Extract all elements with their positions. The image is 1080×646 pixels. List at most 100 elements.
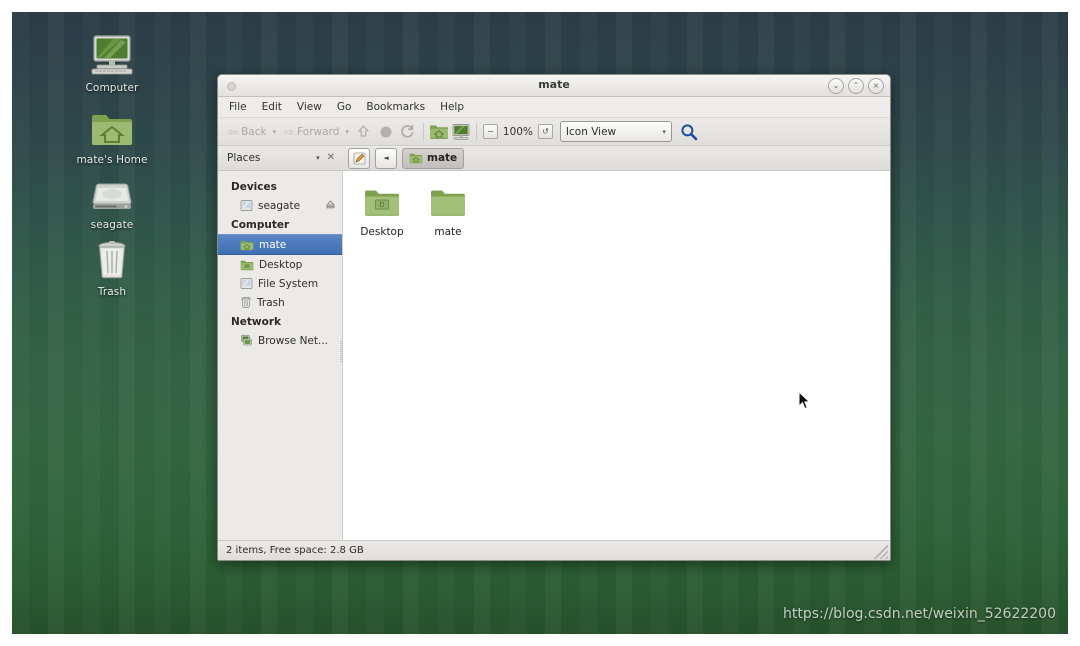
window-body: Devices seagate Computer mate Desktop Fi… — [218, 171, 890, 540]
toolbar[interactable]: ⇦ Back ▾ ⇨ Forward ▾ − 100% ↺ Icon View … — [218, 118, 890, 146]
desktop-icon-label: seagate — [90, 219, 134, 231]
file-item-label: Desktop — [360, 226, 404, 238]
desktop[interactable]: Computer mate's Home seagate Trash mate … — [12, 12, 1068, 634]
zoom-out-button[interactable]: − — [482, 124, 498, 139]
breadcrumb-back-button[interactable]: ◄ — [375, 147, 397, 169]
edit-location-button[interactable] — [348, 147, 370, 169]
window-controls[interactable]: ⌄ ⌃ × — [828, 78, 884, 94]
trash-can-icon — [241, 297, 251, 308]
chevron-down-icon[interactable]: ▾ — [345, 128, 349, 136]
edit-location-icon — [353, 152, 365, 164]
places-header[interactable]: Places ▾ ✕ — [218, 152, 343, 164]
view-mode-value: Icon View — [565, 125, 617, 138]
svg-text:D: D — [379, 201, 384, 209]
close-button[interactable]: × — [868, 78, 884, 94]
search-button[interactable] — [680, 123, 698, 141]
sidebar-item-trash[interactable]: Trash — [218, 293, 342, 312]
computer-monitor-icon — [452, 123, 470, 140]
window-titlebar[interactable]: mate ⌄ ⌃ × — [218, 75, 890, 97]
file-manager-window[interactable]: mate ⌄ ⌃ × File Edit View Go Bookmarks H… — [217, 74, 891, 561]
breadcrumb-mate[interactable]: mate — [402, 147, 465, 169]
reload-icon — [401, 124, 414, 138]
home-folder-icon — [429, 125, 448, 139]
sidebar-item-seagate[interactable]: seagate — [218, 196, 342, 215]
desktop-folder-icon: D — [351, 183, 413, 223]
search-icon — [681, 123, 698, 140]
places-title: Places — [227, 152, 261, 164]
maximize-button[interactable]: ⌃ — [848, 78, 864, 94]
file-item-label: mate — [434, 226, 462, 238]
menu-bookmarks[interactable]: Bookmarks — [364, 100, 427, 114]
breadcrumb-label: mate — [427, 152, 458, 164]
forward-button[interactable]: ⇨ Forward ▾ — [280, 125, 353, 139]
chevron-down-icon[interactable]: ▾ — [316, 154, 320, 162]
home-folder-icon — [409, 153, 423, 164]
desktop-icon-computer[interactable]: Computer — [57, 30, 167, 94]
sidebar-item-desktop[interactable]: Desktop — [218, 255, 342, 274]
arrow-left-icon: ⇦ — [228, 124, 239, 139]
arrow-up-icon — [358, 125, 370, 137]
computer-monitor-icon — [57, 30, 167, 78]
sidebar-item-label: seagate — [258, 199, 301, 212]
location-bar[interactable]: ◄ mate — [343, 147, 890, 169]
stop-button[interactable] — [375, 121, 397, 142]
forward-label: Forward — [297, 125, 340, 138]
menu-view[interactable]: View — [295, 100, 324, 114]
places-sidebar[interactable]: Devices seagate Computer mate Desktop Fi… — [218, 171, 343, 540]
sidebar-item-label: Trash — [257, 296, 285, 309]
desktop-icon-label: Trash — [97, 286, 127, 298]
minimize-button[interactable]: ⌄ — [828, 78, 844, 94]
sidebar-item-browse-network[interactable]: Browse Net... — [218, 331, 342, 350]
toolbar-separator — [475, 123, 477, 140]
back-button[interactable]: ⇦ Back ▾ — [224, 125, 280, 139]
watermark: https://blog.csdn.net/weixin_52622200 — [782, 606, 1056, 622]
home-folder-icon — [240, 240, 254, 250]
drive-icon — [240, 200, 253, 211]
sidebar-group-devices: Devices — [231, 181, 277, 193]
desktop-folder-icon — [240, 260, 254, 270]
hard-drive-icon — [57, 167, 167, 215]
desktop-icon-home[interactable]: mate's Home — [57, 102, 167, 166]
mouse-cursor — [798, 390, 811, 411]
file-item-mate[interactable]: mate — [417, 181, 479, 238]
chevron-down-icon: ▾ — [662, 127, 666, 136]
menu-go[interactable]: Go — [335, 100, 354, 114]
desktop-icon-label: mate's Home — [76, 154, 148, 166]
back-label: Back — [241, 125, 267, 138]
zoom-controls[interactable]: − 100% ↺ — [482, 124, 553, 139]
sidebar-item-mate[interactable]: mate — [218, 234, 342, 255]
drive-icon — [240, 278, 253, 289]
file-item-desktop[interactable]: D Desktop — [351, 181, 413, 238]
reload-button[interactable] — [397, 121, 419, 142]
file-list-view[interactable]: D Desktop mate — [343, 171, 890, 540]
menu-file[interactable]: File — [227, 100, 249, 114]
sidebar-item-label: File System — [258, 277, 319, 290]
desktop-icon-trash[interactable]: Trash — [57, 234, 167, 298]
computer-button[interactable] — [450, 121, 472, 142]
desktop-icon-label: Computer — [85, 82, 139, 94]
places-and-location-bar[interactable]: Places ▾ ✕ ◄ mate — [218, 146, 890, 171]
menu-help[interactable]: Help — [438, 100, 466, 114]
desktop-icon-seagate[interactable]: seagate — [57, 167, 167, 231]
eject-icon[interactable] — [325, 199, 336, 213]
status-text: 2 items, Free space: 2.8 GB — [226, 545, 364, 556]
sidebar-item-file-system[interactable]: File System — [218, 274, 342, 293]
menu-edit[interactable]: Edit — [260, 100, 284, 114]
menubar[interactable]: File Edit View Go Bookmarks Help — [218, 97, 890, 118]
trash-can-icon — [57, 234, 167, 282]
home-button[interactable] — [428, 121, 450, 142]
resize-grip[interactable] — [874, 545, 888, 559]
sidebar-item-label: mate — [259, 238, 287, 251]
network-icon — [241, 335, 252, 346]
sidebar-group-computer: Computer — [231, 219, 290, 231]
close-icon[interactable]: ✕ — [327, 153, 335, 163]
up-button[interactable] — [353, 121, 375, 142]
view-mode-select[interactable]: Icon View ▾ — [559, 121, 672, 142]
chevron-down-icon[interactable]: ▾ — [273, 128, 277, 136]
statusbar: 2 items, Free space: 2.8 GB — [218, 540, 890, 560]
arrow-right-icon: ⇨ — [284, 124, 295, 139]
toolbar-separator — [422, 123, 424, 140]
zoom-reset-button[interactable]: ↺ — [537, 124, 553, 139]
home-folder-icon — [57, 102, 167, 150]
stop-icon — [380, 126, 392, 137]
